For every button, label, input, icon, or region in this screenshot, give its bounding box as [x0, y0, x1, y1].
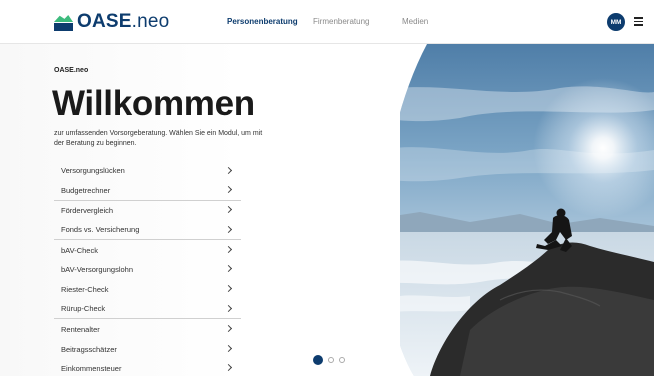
- module-item-einkommensteuer[interactable]: Einkommensteuer: [54, 359, 241, 376]
- module-item-versorgungsluecken[interactable]: Versorgungslücken: [54, 161, 241, 181]
- chevron-right-icon: [225, 265, 233, 274]
- nav-item-firmenberatung[interactable]: Firmenberatung: [313, 17, 369, 26]
- module-item-bav-versorgungslohn[interactable]: bAV-Versorgungslohn: [54, 260, 241, 280]
- main-nav: Personenberatung Firmenberatung Medien: [0, 17, 654, 29]
- chevron-right-icon: [225, 364, 233, 373]
- carousel-pagination: [313, 355, 350, 365]
- brand-label: OASE.neo: [54, 67, 89, 74]
- module-item-budgetrechner[interactable]: Budgetrechner: [54, 181, 241, 201]
- module-item-riester-check[interactable]: Riester-Check: [54, 280, 241, 300]
- top-header: OASE.neo Personenberatung Firmenberatung…: [0, 0, 654, 44]
- chevron-right-icon: [225, 285, 233, 294]
- module-item-rentenalter[interactable]: Rentenalter: [54, 319, 241, 339]
- chevron-right-icon: [225, 186, 233, 195]
- hamburger-menu-icon[interactable]: [634, 17, 643, 26]
- carousel-dot[interactable]: [328, 357, 334, 363]
- chevron-right-icon: [225, 344, 233, 353]
- module-item-ruerup-check[interactable]: Rürup-Check: [54, 300, 241, 320]
- module-item-bav-check[interactable]: bAV-Check: [54, 240, 241, 260]
- nav-item-personenberatung[interactable]: Personenberatung: [227, 17, 298, 26]
- nav-item-medien[interactable]: Medien: [402, 17, 428, 26]
- module-item-fonds-vs-versicherung[interactable]: Fonds vs. Versicherung: [54, 220, 241, 241]
- chevron-right-icon: [225, 206, 233, 215]
- chevron-right-icon: [225, 305, 233, 314]
- chevron-right-icon: [225, 166, 233, 175]
- module-item-beitragsschaetzer[interactable]: Beitragsschätzer: [54, 339, 241, 359]
- chevron-right-icon: [225, 225, 233, 234]
- carousel-dot[interactable]: [339, 357, 345, 363]
- user-avatar[interactable]: MM: [607, 13, 625, 31]
- carousel-dot[interactable]: [313, 355, 323, 365]
- module-list: Versorgungslücken Budgetrechner Förderve…: [54, 161, 241, 376]
- module-item-foerdervergleich[interactable]: Fördervergleich: [54, 201, 241, 221]
- chevron-right-icon: [225, 324, 233, 333]
- page-title: Willkommen: [52, 84, 255, 123]
- chevron-right-icon: [225, 245, 233, 254]
- page-subtitle: zur umfassenden Vorsorgeberatung. Wählen…: [54, 130, 263, 147]
